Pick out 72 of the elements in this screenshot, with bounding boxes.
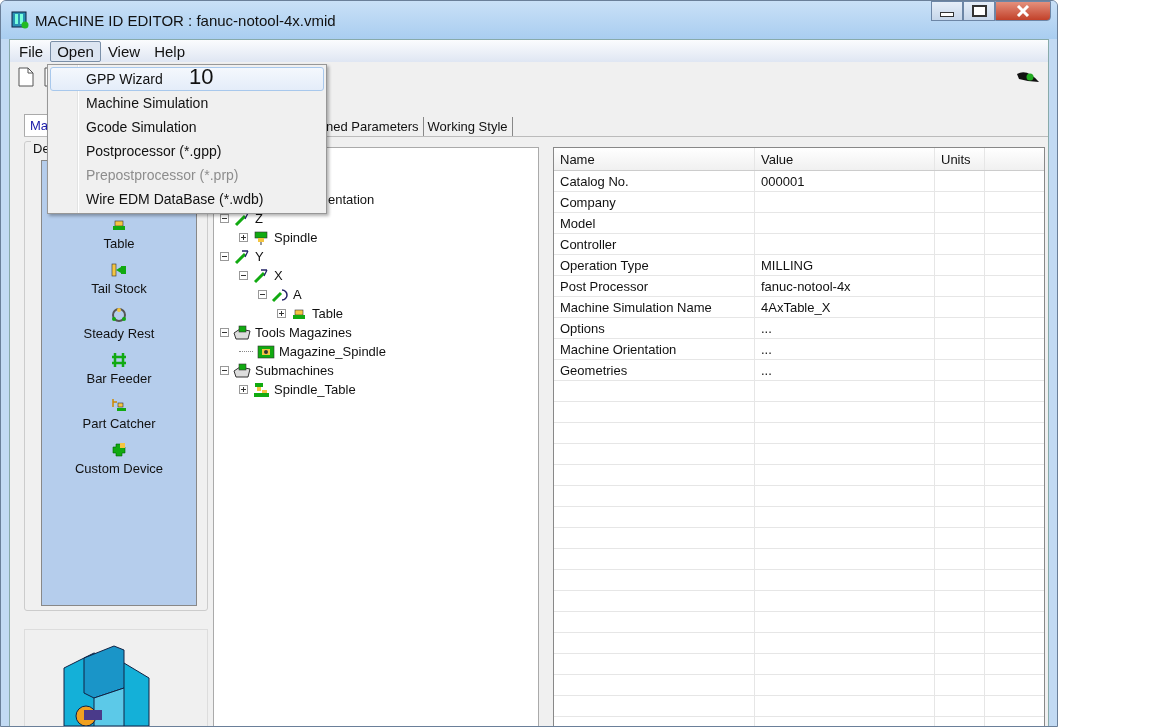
table-cell: Geometries: [554, 360, 755, 380]
table-cell: Controller: [554, 234, 755, 254]
minimize-button[interactable]: [931, 1, 963, 21]
column-header[interactable]: Name: [554, 148, 755, 170]
menu-item[interactable]: File: [12, 40, 51, 62]
tree-item[interactable]: Table: [312, 306, 344, 321]
table-cell: fanuc-notool-4x: [761, 278, 851, 294]
expander-icon[interactable]: [239, 233, 248, 242]
expander-icon[interactable]: [220, 252, 229, 261]
menu-item[interactable]: Machine Simulation: [50, 91, 324, 115]
expander-icon[interactable]: [277, 309, 286, 318]
magazines-icon: [233, 324, 251, 341]
table-cell: Operation Type: [554, 255, 755, 275]
menu-item[interactable]: Help: [147, 40, 192, 62]
new-document-icon[interactable]: [18, 67, 34, 87]
tree-item[interactable]: entation: [328, 192, 375, 207]
device-label[interactable]: Table: [103, 236, 135, 251]
table-cell: 4AxTable_X: [761, 299, 831, 315]
rotary-icon: [271, 286, 289, 303]
tree-item[interactable]: Spindle: [274, 230, 318, 245]
expander-icon[interactable]: [239, 271, 248, 280]
tree-item[interactable]: Z: [255, 211, 263, 226]
window-title: MACHINE ID EDITOR : fanuc-notool-4x.vmid: [35, 11, 336, 29]
tree-item[interactable]: Magazine_Spindle: [279, 344, 386, 359]
device-label[interactable]: Tail Stock: [91, 281, 147, 296]
device-label[interactable]: Steady Rest: [83, 326, 155, 341]
tree-item[interactable]: A: [293, 287, 302, 302]
close-button[interactable]: [995, 1, 1051, 21]
table-cell: ...: [761, 320, 772, 336]
column-header[interactable]: Value: [755, 148, 935, 170]
menu-item[interactable]: Postprocessor (*.gpp): [50, 139, 324, 163]
close-icon: [1016, 5, 1030, 17]
axis-icon: [252, 267, 270, 284]
expander-icon[interactable]: [239, 385, 248, 394]
device-label[interactable]: Custom Device: [74, 461, 164, 476]
menu-item[interactable]: View: [100, 40, 148, 62]
menu-item[interactable]: Open: [50, 40, 101, 62]
table-cell: Options: [554, 318, 755, 338]
table-cell: Catalog No.: [554, 171, 755, 191]
table-cell: Post Processor: [554, 276, 755, 296]
expander-icon[interactable]: [220, 366, 229, 375]
maximize-button[interactable]: [963, 1, 995, 21]
annotation-number: 10: [189, 64, 214, 90]
column-header[interactable]: Units: [935, 148, 985, 170]
app-icon: [11, 11, 29, 29]
table-cell: ...: [761, 341, 772, 357]
eye-icon[interactable]: [1016, 70, 1040, 84]
magazine-icon: [257, 343, 275, 360]
steadyrest-icon[interactable]: [111, 307, 127, 323]
spindle-icon: [252, 229, 270, 246]
device-label[interactable]: Bar Feeder: [86, 371, 152, 386]
custom-icon[interactable]: [111, 442, 127, 458]
axis-icon: [233, 248, 251, 265]
table-cell: MILLING: [761, 257, 813, 273]
expander-icon[interactable]: [220, 214, 229, 223]
table-cell: Company: [554, 192, 755, 212]
tree-item[interactable]: X: [274, 268, 283, 283]
device-label[interactable]: Part Catcher: [82, 416, 156, 431]
tree-item[interactable]: Y: [255, 249, 264, 264]
table-cell: Model: [554, 213, 755, 233]
table-cell: ...: [761, 362, 772, 378]
table-cell: 000001: [761, 173, 805, 189]
menu-item[interactable]: Wire EDM DataBase (*.wdb): [50, 187, 324, 211]
submachine-icon: [252, 381, 270, 398]
tree-item[interactable]: Submachines: [255, 363, 334, 378]
table-cell: Machine Simulation Name: [554, 297, 755, 317]
tree-item[interactable]: Tools Magazines: [255, 325, 352, 340]
expander-icon[interactable]: [258, 290, 267, 299]
submachines-icon: [233, 362, 251, 379]
expander-icon[interactable]: [220, 328, 229, 337]
table-cell: Machine Orientation: [554, 339, 755, 359]
tree-item[interactable]: Spindle_Table: [274, 382, 356, 397]
